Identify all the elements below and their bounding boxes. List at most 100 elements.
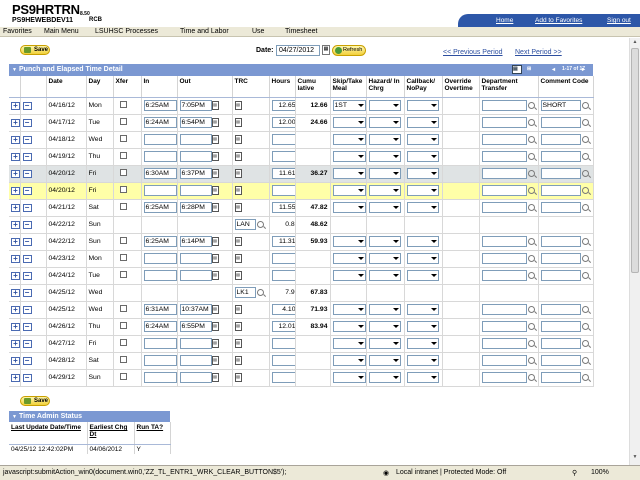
comment-code-field[interactable] xyxy=(540,185,581,196)
search-icon[interactable] xyxy=(527,323,535,330)
comment-code-field[interactable] xyxy=(540,372,581,383)
delete-row-button[interactable]: − xyxy=(22,271,32,280)
status-col-run-ta[interactable]: Run TA? xyxy=(134,422,171,445)
dept-transfer-field[interactable] xyxy=(481,117,527,128)
callback-select[interactable] xyxy=(406,270,439,281)
add-row-button[interactable]: + xyxy=(11,237,19,246)
meal-select[interactable] xyxy=(332,270,365,281)
hazard-select[interactable] xyxy=(368,134,401,145)
trc-field[interactable]: LAN xyxy=(234,219,256,230)
in-time-field[interactable]: 6:25AM xyxy=(143,100,176,111)
punch-icon[interactable]: ▤ xyxy=(211,254,219,263)
search-icon[interactable] xyxy=(256,221,264,228)
hours-field[interactable]: 12.01 xyxy=(271,321,294,332)
xfer-checkbox[interactable] xyxy=(119,356,127,363)
in-time-field[interactable] xyxy=(143,355,176,366)
in-time-field[interactable]: 6:30AM xyxy=(143,168,176,179)
punch-icon[interactable]: ▤ xyxy=(234,339,242,348)
search-icon[interactable] xyxy=(581,340,589,347)
meal-select[interactable] xyxy=(332,168,365,179)
add-row-button[interactable]: + xyxy=(11,152,19,161)
dept-transfer-field[interactable] xyxy=(481,151,527,162)
callback-select[interactable] xyxy=(406,151,439,162)
hours-field[interactable] xyxy=(271,270,294,281)
add-row-button[interactable]: + xyxy=(11,220,19,229)
meal-select[interactable] xyxy=(332,253,365,264)
delete-row-button[interactable]: − xyxy=(22,169,32,178)
search-icon[interactable] xyxy=(527,102,535,109)
callback-select[interactable] xyxy=(406,321,439,332)
callback-select[interactable] xyxy=(406,253,439,264)
dept-transfer-field[interactable] xyxy=(481,270,527,281)
breadcrumb-item-favorites[interactable]: Favorites xyxy=(3,28,32,35)
scroll-down-icon[interactable]: ▼ xyxy=(631,454,639,462)
date-field[interactable]: 04/27/2012 xyxy=(276,45,320,56)
out-time-field[interactable] xyxy=(179,151,212,162)
next-page-icon[interactable]: ▸ xyxy=(582,66,585,73)
search-icon[interactable] xyxy=(581,374,589,381)
punch-icon[interactable]: ▤ xyxy=(234,203,242,212)
hazard-select[interactable] xyxy=(368,117,401,128)
search-icon[interactable] xyxy=(581,119,589,126)
comment-code-field[interactable] xyxy=(540,236,581,247)
comment-code-field[interactable] xyxy=(540,304,581,315)
hours-field[interactable]: 11.31 xyxy=(271,236,294,247)
comment-code-field[interactable] xyxy=(540,151,581,162)
grid-download-icon[interactable]: ⊞ xyxy=(527,66,531,72)
callback-select[interactable] xyxy=(406,355,439,366)
comment-code-field[interactable] xyxy=(540,270,581,281)
sign-out-link[interactable]: Sign out xyxy=(607,17,631,24)
in-time-field[interactable] xyxy=(143,134,176,145)
punch-icon[interactable]: ▤ xyxy=(234,322,242,331)
first-page-icon[interactable]: ◂ xyxy=(552,66,555,73)
zoom-icon[interactable]: ⚲ xyxy=(572,469,577,477)
breadcrumb-item-lsuhsc[interactable]: LSUHSC Processes xyxy=(95,28,158,35)
delete-row-button[interactable]: − xyxy=(22,288,32,297)
xfer-checkbox[interactable] xyxy=(119,237,127,244)
search-icon[interactable] xyxy=(527,357,535,364)
comment-code-field[interactable]: SHORT xyxy=(540,100,581,111)
breadcrumb-item-use[interactable]: Use xyxy=(252,28,264,35)
add-row-button[interactable]: + xyxy=(11,271,19,280)
xfer-checkbox[interactable] xyxy=(119,118,127,125)
hazard-select[interactable] xyxy=(368,304,401,315)
search-icon[interactable] xyxy=(581,153,589,160)
out-time-field[interactable]: 6:14PM xyxy=(179,236,212,247)
dept-transfer-field[interactable] xyxy=(481,321,527,332)
dept-transfer-field[interactable] xyxy=(481,236,527,247)
hazard-select[interactable] xyxy=(368,185,401,196)
callback-select[interactable] xyxy=(406,185,439,196)
calendar-icon[interactable]: ▦ xyxy=(322,45,330,55)
refresh-button[interactable]: Refresh xyxy=(332,45,366,56)
hours-field[interactable] xyxy=(271,151,294,162)
callback-select[interactable] xyxy=(406,134,439,145)
search-icon[interactable] xyxy=(527,153,535,160)
punch-icon[interactable]: ▤ xyxy=(211,169,219,178)
out-time-field[interactable] xyxy=(179,185,212,196)
punch-icon[interactable]: ▤ xyxy=(234,169,242,178)
hazard-select[interactable] xyxy=(368,321,401,332)
hours-field[interactable]: 12.00 xyxy=(271,117,294,128)
xfer-checkbox[interactable] xyxy=(119,339,127,346)
punch-icon[interactable]: ▤ xyxy=(211,339,219,348)
punch-icon[interactable]: ▤ xyxy=(211,237,219,246)
meal-select[interactable] xyxy=(332,355,365,366)
out-time-field[interactable]: 6:55PM xyxy=(179,321,212,332)
punch-icon[interactable]: ▤ xyxy=(234,152,242,161)
add-row-button[interactable]: + xyxy=(11,169,19,178)
hours-field[interactable] xyxy=(271,355,294,366)
in-time-field[interactable]: 6:25AM xyxy=(143,236,176,247)
breadcrumb-item-main-menu[interactable]: Main Menu xyxy=(44,28,79,35)
hazard-select[interactable] xyxy=(368,100,401,111)
add-row-button[interactable]: + xyxy=(11,118,19,127)
add-to-favorites-link[interactable]: Add to Favorites xyxy=(535,17,582,24)
hours-field[interactable] xyxy=(271,338,294,349)
grid-view-icon[interactable]: ▤ xyxy=(512,65,522,74)
xfer-checkbox[interactable] xyxy=(119,152,127,159)
callback-select[interactable] xyxy=(406,372,439,383)
xfer-checkbox[interactable] xyxy=(119,271,127,278)
out-time-field[interactable]: 10:37AM xyxy=(179,304,212,315)
next-period-link[interactable]: Next Period >> xyxy=(515,49,562,56)
search-icon[interactable] xyxy=(527,136,535,143)
xfer-checkbox[interactable] xyxy=(119,254,127,261)
